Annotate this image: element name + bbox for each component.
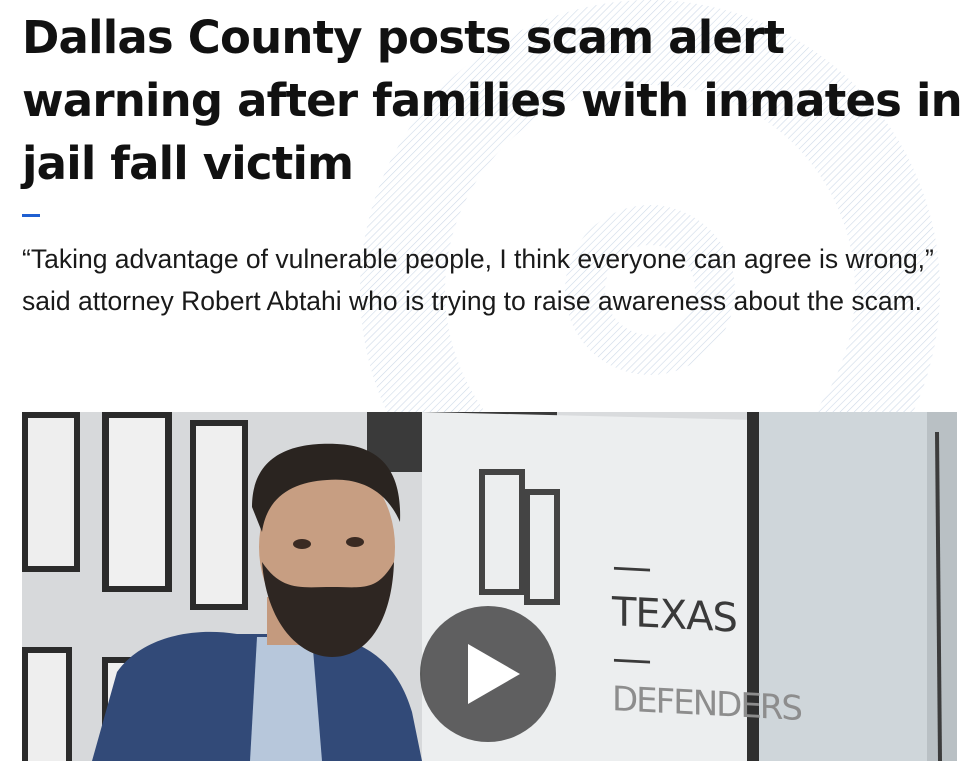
video-player[interactable]: — TEXAS — DEFENDERS [22, 412, 957, 761]
article-headline: Dallas County posts scam alert warning a… [22, 11, 963, 190]
article-dek: “Taking advantage of vulnerable people, … [22, 244, 934, 316]
play-icon [468, 644, 520, 704]
wall-sign-line1: — TEXAS — [612, 543, 737, 684]
play-button[interactable] [420, 606, 556, 742]
wall-sign-line2: DEFENDERS [612, 679, 802, 729]
accent-divider [22, 214, 40, 217]
wall-sign: — TEXAS — DEFENDERS [612, 543, 802, 729]
